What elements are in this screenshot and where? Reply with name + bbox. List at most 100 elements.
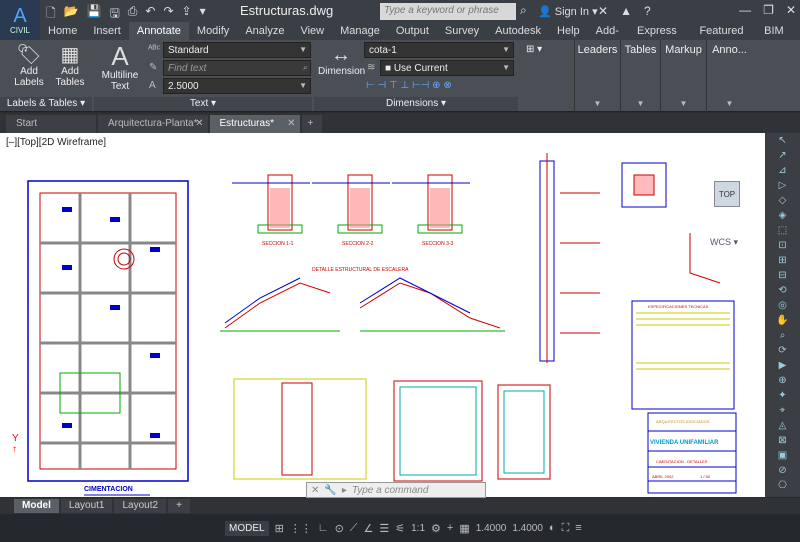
- workspace-icon[interactable]: ▦: [459, 522, 469, 535]
- text-height-select[interactable]: 2.5000 ▼: [163, 78, 311, 94]
- ribbon-tab-annotate[interactable]: Annotate: [128, 22, 189, 40]
- doc-tab[interactable]: Arquitectura-Planta* ✕: [98, 115, 208, 133]
- plus-icon[interactable]: +: [447, 522, 453, 534]
- isolate-icon[interactable]: ◐: [549, 522, 556, 534]
- annotation-icon[interactable]: ⚟: [395, 522, 405, 535]
- viewcube[interactable]: TOP: [714, 181, 740, 207]
- dim-layer-select[interactable]: ■ Use Current ▼: [380, 60, 514, 76]
- wrench-icon[interactable]: 🔧: [324, 485, 336, 496]
- close-icon[interactable]: ✕: [287, 115, 295, 133]
- ribbon-tab-survey[interactable]: Survey: [437, 22, 487, 40]
- layout-tab-model[interactable]: Model: [14, 499, 59, 513]
- steering-wheel-icon[interactable]: ◎: [765, 298, 800, 313]
- dim-extra-tools[interactable]: ⊞ ▾: [522, 42, 574, 58]
- minimize-icon[interactable]: —: [739, 3, 751, 17]
- ribbon-tab-express-tools[interactable]: Express Tools: [629, 22, 691, 55]
- lineweight-icon[interactable]: ☰: [379, 522, 389, 535]
- tool-icon[interactable]: ▷: [765, 178, 800, 193]
- doc-tab[interactable]: Start: [6, 115, 96, 133]
- search-input[interactable]: Type a keyword or phrase: [380, 3, 516, 20]
- close-icon[interactable]: ✕: [311, 485, 319, 496]
- text-style-select[interactable]: Standard ▼: [163, 42, 311, 58]
- labels-tables-panel-title[interactable]: Labels & Tables ▾: [0, 97, 92, 111]
- new-tab-button[interactable]: +: [301, 115, 322, 133]
- grid-icon[interactable]: ⊞: [275, 522, 284, 535]
- gear-icon[interactable]: ⚙: [431, 522, 441, 535]
- tool-icon[interactable]: ⊡: [765, 238, 800, 253]
- tool-icon[interactable]: ⊿: [765, 163, 800, 178]
- doc-tab[interactable]: Estructuras* ✕: [209, 115, 300, 133]
- model-space-button[interactable]: MODEL: [225, 520, 269, 536]
- ribbon-tab-modify[interactable]: Modify: [189, 22, 237, 40]
- wcs-menu[interactable]: WCS ▾: [710, 237, 738, 248]
- tool-icon[interactable]: ⌖: [765, 403, 800, 418]
- text-panel-title[interactable]: Text ▾: [94, 97, 312, 111]
- tool-icon[interactable]: ◈: [765, 208, 800, 223]
- close-icon[interactable]: ✕: [786, 3, 796, 17]
- tool-icon[interactable]: ▣: [765, 448, 800, 463]
- ribbon-tab-analyze[interactable]: Analyze: [237, 22, 292, 40]
- anno-panel[interactable]: Anno... ▼: [706, 40, 752, 112]
- search-icon[interactable]: ⌕: [520, 3, 527, 18]
- ribbon-tab-autodesk-360[interactable]: Autodesk 360: [487, 22, 549, 55]
- leaders-panel[interactable]: Leaders ▼: [574, 40, 620, 112]
- orbit-icon[interactable]: ⟳: [765, 343, 800, 358]
- add-layout-button[interactable]: +: [168, 499, 190, 513]
- otrack-icon[interactable]: ∠: [363, 522, 373, 535]
- ribbon-tab-view[interactable]: View: [292, 22, 332, 40]
- dimensions-panel-title[interactable]: Dimensions ▾: [314, 97, 518, 111]
- fullscreen-icon[interactable]: ⛶: [562, 522, 570, 535]
- tool-icon[interactable]: ⊞: [765, 253, 800, 268]
- find-text-input[interactable]: Find text ⌕: [163, 60, 311, 76]
- drawing-canvas[interactable]: [–][Top][2D Wireframe] CIMENTACION SECCI…: [0, 133, 765, 497]
- tool-icon[interactable]: ⊟: [765, 268, 800, 283]
- tool-icon[interactable]: ⟲: [765, 283, 800, 298]
- markup-panel[interactable]: Markup ▼: [660, 40, 706, 112]
- dim-style-select[interactable]: cota-1 ▼: [364, 42, 514, 58]
- ribbon-tab-output[interactable]: Output: [388, 22, 437, 40]
- layout-tab-layout1[interactable]: Layout1: [60, 499, 113, 513]
- tool-icon[interactable]: ⊘: [765, 463, 800, 478]
- close-icon[interactable]: ✕: [195, 115, 203, 133]
- showmotion-icon[interactable]: ▶: [765, 358, 800, 373]
- dim-tools-row[interactable]: ⊢ ⊣ ⊤ ⊥ ⊢⊣ ⊕ ⊗: [366, 80, 452, 91]
- ribbon-tab-manage[interactable]: Manage: [332, 22, 388, 40]
- layout-tab-layout2[interactable]: Layout2: [114, 499, 167, 513]
- multiline-text-button[interactable]: A Multiline Text: [98, 42, 142, 92]
- application-menu-button[interactable]: A CIVIL: [0, 0, 40, 40]
- tool-icon[interactable]: ↗: [765, 148, 800, 163]
- command-input[interactable]: Type a command: [352, 485, 429, 496]
- tool-icon[interactable]: ✦: [765, 388, 800, 403]
- tool-icon[interactable]: ⎔: [765, 478, 800, 493]
- a360-icon[interactable]: ▲: [620, 4, 632, 18]
- restore-icon[interactable]: ❐: [763, 3, 774, 17]
- tool-icon[interactable]: ⬚: [765, 223, 800, 238]
- osnap-icon[interactable]: ⟋: [350, 522, 358, 535]
- ribbon-tab-bim-360[interactable]: BIM 360: [756, 22, 800, 55]
- tool-icon[interactable]: ↖: [765, 133, 800, 148]
- polar-icon[interactable]: ⊙: [335, 522, 344, 535]
- ribbon-tab-insert[interactable]: Insert: [85, 22, 129, 40]
- tool-icon[interactable]: ◬: [765, 418, 800, 433]
- command-line[interactable]: ✕ 🔧 ▸ Type a command: [306, 482, 486, 498]
- snap-icon[interactable]: ⋮⋮: [290, 522, 312, 535]
- sign-in-button[interactable]: 👤 Sign In ▾: [538, 5, 598, 18]
- tables-panel[interactable]: Tables ▼: [620, 40, 660, 112]
- tool-icon[interactable]: ◇: [765, 193, 800, 208]
- ribbon-tab-add-ins[interactable]: Add-ins: [588, 22, 629, 55]
- tool-icon[interactable]: ⊕: [765, 373, 800, 388]
- ortho-icon[interactable]: ∟: [318, 522, 329, 534]
- ribbon-tab-home[interactable]: Home: [40, 22, 85, 40]
- customize-icon[interactable]: ≡: [575, 522, 581, 534]
- zoom-icon[interactable]: ⌕: [765, 328, 800, 343]
- tool-icon[interactable]: ⊠: [765, 433, 800, 448]
- help-icon[interactable]: ?: [644, 4, 651, 18]
- add-labels-button[interactable]: 🏷 Add Labels: [10, 44, 48, 88]
- ribbon-tab-help[interactable]: Help: [549, 22, 588, 40]
- pan-icon[interactable]: ✋: [765, 313, 800, 328]
- ribbon-tab-featured-apps[interactable]: Featured Apps: [691, 22, 756, 55]
- add-tables-button[interactable]: ▦ Add Tables: [52, 44, 88, 88]
- annotation-scale[interactable]: 1:1: [411, 523, 425, 534]
- exchange-icon[interactable]: ✕: [598, 4, 608, 18]
- dimension-button[interactable]: ↔ Dimension: [318, 44, 365, 77]
